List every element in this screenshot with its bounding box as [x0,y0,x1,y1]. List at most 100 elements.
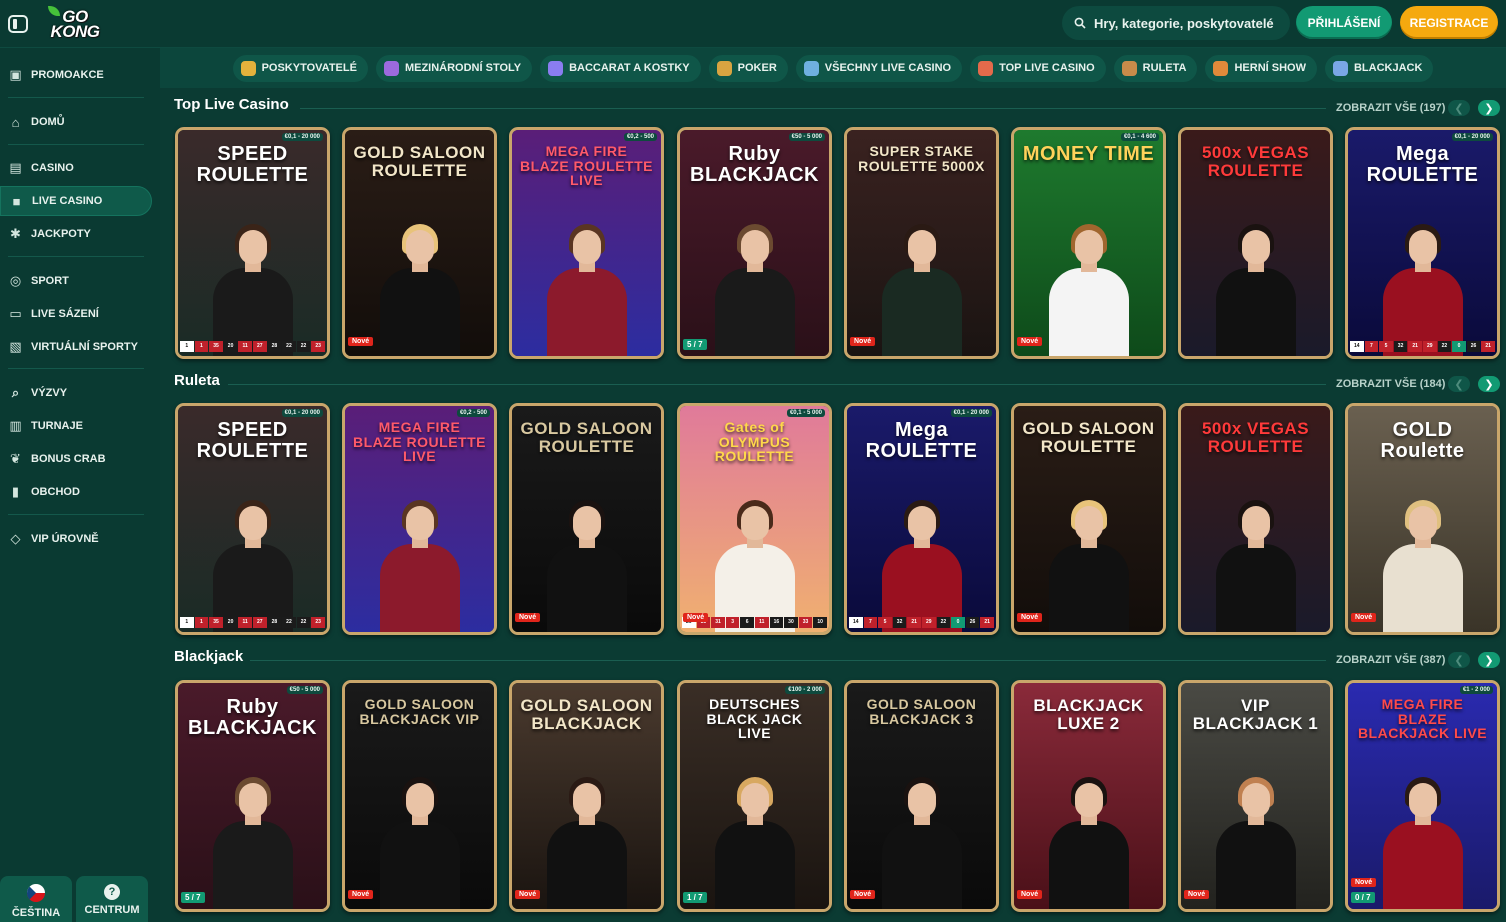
sidebar-item-výzvy[interactable]: ⌕ Výzvy [0,378,152,408]
category-chip-poskytovatelé[interactable]: Poskytovatelé [232,54,368,82]
carousel-prev-button[interactable]: ❮ [1448,376,1470,392]
game-card[interactable]: BLACKJACK LUXE 2 Nové [1011,680,1166,912]
game-title: SPEED ROULETTE [196,143,309,186]
game-card[interactable]: MEGA FIRE BLAZE ROULETTE LIVE €0,2 - 500 [342,403,497,635]
game-card[interactable]: GOLD SALOON BLACKJACK Nové [509,680,664,912]
game-card[interactable]: GOLD Roulette Nové [1345,403,1500,635]
dealer-figure [1039,216,1139,356]
category-chip-všechny-live-casino[interactable]: Všechny Live Casino [795,54,963,82]
sidebar-item-live-casino[interactable]: ■ Live Casino [0,186,152,216]
sidebar: ▣ Promoakce ⌂ Domů ▤ Casino ■ Live Casino ✱ Jackp… [0,48,160,922]
game-card[interactable]: Mega ROULETTE €0,1 - 20 000 14 7 5 32 21 29 22 0 2… [1345,127,1500,359]
roulette-result: 22 [296,617,311,628]
jackpot-icon: ✱ [10,226,21,241]
category-chip-blackjack[interactable]: Blackjack [1324,54,1434,82]
sidebar-item-label: Promoakce [31,69,104,81]
roulette-result: 32 [1393,341,1408,352]
roulette-result: 5 [1379,341,1393,352]
roulette-result: 26 [1466,341,1481,352]
sidebar-item-promoakce[interactable]: ▣ Promoakce [0,60,152,90]
new-badge: Nové [1351,613,1377,622]
sidebar-divider [8,514,144,515]
game-title: GOLD SALOON BLACKJACK 3 [866,696,977,727]
carousel-next-button[interactable]: ❯ [1478,652,1500,668]
carousel-next-button[interactable]: ❯ [1478,100,1500,116]
category-chip-ruleta[interactable]: Ruleta [1113,54,1198,82]
section-divider [300,108,1326,109]
language-button[interactable]: Čeština [0,876,72,922]
category-chip-mezinárodní-stoly[interactable]: Mezinárodní stoly [375,54,533,82]
game-card[interactable]: SUPER STAKE ROULETTE 5000X Nové [844,127,999,359]
search-input[interactable] [1094,15,1284,31]
sidebar-divider [8,97,144,98]
bet-limit-badge: €1 - 2 000 [1459,686,1493,694]
view-all-link[interactable]: Zobrazit vše (184) [1336,378,1445,390]
dealer-figure [705,492,805,632]
roulette-result: 20 [223,617,238,628]
game-card[interactable]: DEUTSCHES BLACK JACK LIVE €100 - 2 000 1 /… [677,680,832,912]
carousel-prev-button[interactable]: ❮ [1448,100,1470,116]
game-card[interactable]: VIP BLACKJACK 1 Nové [1178,680,1333,912]
sidebar-item-label: Obchod [31,486,80,498]
view-all-link[interactable]: Zobrazit vše (197) [1336,102,1445,114]
new-badge: Nové [515,890,541,899]
roulette-result: 20 [223,341,238,352]
game-card[interactable]: MEGA FIRE BLAZE ROULETTE LIVE €0,2 - 500 [509,127,664,359]
category-label: Herní show [1234,62,1306,74]
game-card[interactable]: 500x VEGAS ROULETTE [1178,403,1333,635]
game-card[interactable]: GOLD SALOON BLACKJACK VIP Nové [342,680,497,912]
game-card[interactable]: Mega ROULETTE €0,1 - 20 000 14 7 5 32 21 29 22 0 2… [844,403,999,635]
sidebar-toggle-icon[interactable] [8,14,28,33]
help-center-button[interactable]: ? Centrum [76,876,148,922]
game-card[interactable]: GOLD SALOON ROULETTE Nové [342,127,497,359]
category-chip-baccarat-a-kostky[interactable]: Baccarat a kostky [540,54,701,82]
game-card[interactable]: Gates of OLYMPUS ROULETTE €0,1 - 5 000 26 3… [677,403,832,635]
game-card[interactable]: MEGA FIRE BLAZE BLACKJACK LIVE €1 - 2 000… [1345,680,1500,912]
bet-limit-badge: €0,1 - 20 000 [281,133,323,141]
sidebar-item-live-sázení[interactable]: ▭ Live sázení [0,299,152,329]
view-all-link[interactable]: Zobrazit vše (387) [1336,654,1445,666]
sidebar-item-label: Domů [31,116,65,128]
sidebar-item-sport[interactable]: ◎ Sport [0,266,152,296]
home-icon: ⌂ [11,114,20,130]
game-title: BLACKJACK LUXE 2 [1033,696,1144,733]
sidebar-item-casino[interactable]: ▤ Casino [0,153,152,183]
roulette-results-strip: 14 7 5 32 21 29 22 0 26 21 [1350,341,1495,352]
game-card[interactable]: 500x VEGAS ROULETTE [1178,127,1333,359]
category-chip-poker[interactable]: Poker [708,54,788,82]
logo[interactable]: GO KONG [48,4,102,44]
category-icon [1213,60,1229,76]
game-card[interactable]: GOLD SALOON ROULETTE Nové [509,403,664,635]
carousel-next-button[interactable]: ❯ [1478,376,1500,392]
language-label: Čeština [11,907,61,919]
roulette-result: 32 [892,617,907,628]
sidebar-item-jackpoty[interactable]: ✱ Jackpoty [0,219,152,249]
roulette-result: 0 [1452,341,1466,352]
register-button[interactable]: Registrace [1400,6,1498,39]
game-card[interactable]: SPEED ROULETTE €0,1 - 20 000 1 1 35 20 11 27 28 2… [175,127,330,359]
sidebar-item-obchod[interactable]: ▮ Obchod [0,477,152,507]
roulette-result: 11 [238,341,252,352]
game-card[interactable]: SPEED ROULETTE €0,1 - 20 000 1 1 35 20 11 27 28 2… [175,403,330,635]
category-icon [548,60,564,76]
category-chip-top-live-casino[interactable]: Top Live Casino [970,54,1106,82]
game-card[interactable]: Ruby BLACKJACK €50 - 5 000 5 / 7 [677,127,832,359]
sidebar-item-domů[interactable]: ⌂ Domů [0,107,152,137]
category-icon [1121,60,1137,76]
sidebar-item-bonus-crab[interactable]: ❦ Bonus Crab [0,444,152,474]
login-button[interactable]: Přihlášení [1296,6,1392,39]
chevron-right-icon: ❯ [1484,102,1494,115]
sidebar-item-turnaje[interactable]: ▥ Turnaje [0,411,152,441]
sidebar-item-vip-úrovně[interactable]: ◇ VIP úrovně [0,524,152,554]
carousel-prev-button[interactable]: ❮ [1448,652,1470,668]
game-card[interactable]: GOLD SALOON BLACKJACK 3 Nové [844,680,999,912]
game-card[interactable]: MONEY TIME €0,1 - 4 600 Nové [1011,127,1166,359]
search-box[interactable] [1062,6,1290,40]
roulette-result: 28 [267,617,282,628]
game-card[interactable]: Ruby BLACKJACK €50 - 5 000 5 / 7 [175,680,330,912]
sidebar-item-virtuální-sporty[interactable]: ▧ Virtuální sporty [0,332,152,362]
roulette-result: 21 [980,617,994,628]
game-card[interactable]: GOLD SALOON ROULETTE Nové [1011,403,1166,635]
game-title: MONEY TIME [1022,143,1155,165]
category-chip-herní-show[interactable]: Herní show [1205,54,1317,82]
